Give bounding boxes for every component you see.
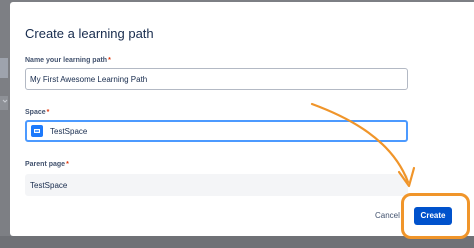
annotation-highlight-box xyxy=(401,193,470,239)
